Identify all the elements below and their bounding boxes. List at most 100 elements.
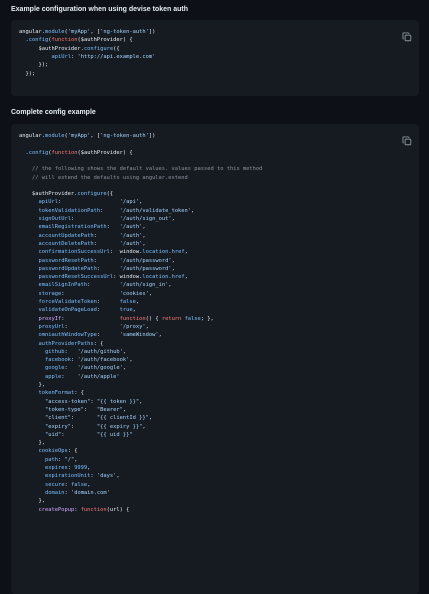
code-token: '/auth/facebook' <box>77 357 130 364</box>
code-token: 'myApp' <box>67 29 91 35</box>
code-token: , <box>145 323 149 330</box>
code-line: facebook: '/auth/facebook', <box>19 356 133 364</box>
code-line: createPopup: function(url) { <box>19 506 129 514</box>
code-token: path <box>44 456 58 463</box>
code-line: "access-token": "{{ token }}", <box>19 398 142 406</box>
code-token: passwordResetPath <box>38 257 94 264</box>
code-token: , <box>139 398 143 405</box>
code-line: $authProvider.configure({ <box>19 45 119 53</box>
code-token: : <box>87 282 120 289</box>
code-token: , <box>142 232 146 239</box>
code-token: : <box>64 365 78 372</box>
code-token: : { <box>93 340 104 347</box>
code-line: angular.module('myApp', ['ng-token-auth'… <box>19 132 155 140</box>
code-token: 'http://api.example.com' <box>77 53 156 60</box>
code-token: location <box>142 249 169 256</box>
code-line: apiUrl: '/api', <box>19 198 142 206</box>
code-token: '/auth/password' <box>119 265 172 272</box>
code-token: "{{ token }}" <box>96 398 140 405</box>
code-line: emailSignInPath: '/auth/sign_in', <box>19 281 172 289</box>
code-token: emailSignInPath <box>38 282 88 289</box>
code-line: }, <box>19 381 45 389</box>
code-line: }); <box>19 70 35 78</box>
code-line: accountUpdatePath: '/auth', <box>19 232 146 240</box>
code-token: config <box>28 149 49 156</box>
code-token: apiUrl <box>38 199 58 206</box>
code-token: true <box>119 307 133 314</box>
code-token: 'domain.com' <box>70 489 110 496</box>
code-token: (url) { <box>106 506 130 513</box>
code-token: "expiry" <box>44 423 71 430</box>
code-token: : window. <box>113 274 143 281</box>
code-line: "uid": "{{ uid }}" <box>19 431 133 439</box>
code-token: "client" <box>44 415 71 422</box>
code-token: , <box>142 240 146 247</box>
code-token: , [ <box>90 29 101 35</box>
code-token: , <box>122 348 127 355</box>
code-line: "client": "{{ clientId }}", <box>19 414 152 422</box>
code-token: $authProvider. <box>19 191 78 198</box>
code-token: google <box>44 365 65 372</box>
code-token: , <box>142 423 146 430</box>
code-line: tokenFormat: { <box>19 389 83 397</box>
code-token: '/auth' <box>119 232 143 239</box>
code-token: 'cookies' <box>119 290 149 297</box>
code-line: tokenValidationPath: '/auth/validate_tok… <box>19 207 194 215</box>
code-token: 9999 <box>74 465 88 471</box>
code-block-devise-example: angular.module('myApp', ['ng-token-auth'… <box>11 20 419 96</box>
code-line: .config(function($authProvider) { <box>19 149 132 157</box>
code-line: signOutUrl: '/auth/sign_out', <box>19 215 174 223</box>
code-line: expirationUnit: 'days', <box>19 472 120 480</box>
code-token: proxyIf <box>38 315 62 322</box>
code-line: apiUrl: 'http://api.example.com' <box>19 53 155 61</box>
code-token: : <box>96 265 120 272</box>
code-token: passwordUpdatePath <box>38 265 97 272</box>
copy-button[interactable] <box>402 133 412 146</box>
code-token: : <box>106 224 120 231</box>
code-token: validateOnPageLoad <box>38 307 97 314</box>
code-token: , <box>142 224 146 231</box>
code-token: }); <box>19 70 36 77</box>
heading-devise-example: Example configuration when using devise … <box>11 6 188 13</box>
code-line: domain: 'domain.com' <box>19 489 110 497</box>
code-token: module <box>44 29 65 35</box>
code-line: storage: 'cookies', <box>19 290 152 298</box>
code-token: , <box>135 299 140 305</box>
code-token: : <box>96 332 120 339</box>
code-token: "uid" <box>44 431 62 438</box>
code-token: , <box>87 481 91 488</box>
code-token: , <box>168 282 172 289</box>
code-line: emailRegistrationPath: '/auth', <box>19 223 146 231</box>
code-token: : <box>93 240 120 247</box>
code-token: '/proxy' <box>119 323 146 330</box>
code-token: secure <box>44 481 65 488</box>
code-token: '/auth/password' <box>119 257 172 264</box>
code-token: : <box>70 415 97 422</box>
code-token: module <box>44 133 65 139</box>
code-token: : <box>70 216 120 222</box>
code-token: apiUrl <box>51 53 71 60</box>
code-token: 'ng-token-auth' <box>100 29 149 35</box>
code-token: // the following shows the default value… <box>19 166 263 173</box>
copy-button[interactable] <box>402 29 412 42</box>
code-token: , <box>132 307 136 314</box>
code-token: : window. <box>109 249 143 256</box>
code-token: 'sameWindow' <box>119 332 159 339</box>
code-line: validateOnPageLoad: true, <box>19 306 136 314</box>
